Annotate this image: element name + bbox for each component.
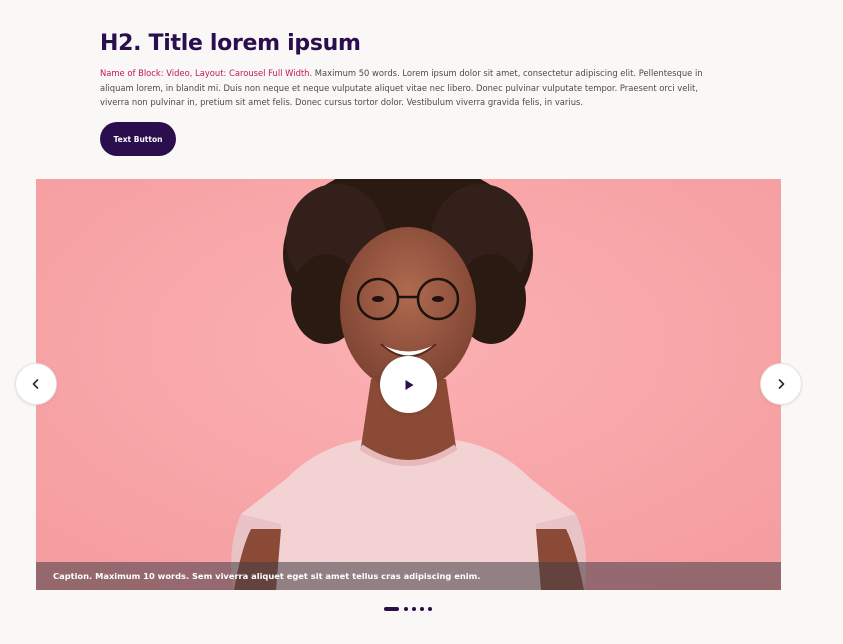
- pagination-dot-4[interactable]: [420, 607, 424, 611]
- carousel-next-button[interactable]: [760, 363, 802, 405]
- text-button[interactable]: Text Button: [100, 122, 176, 156]
- block-description: Name of Block: Video, Layout: Carousel F…: [100, 66, 720, 110]
- play-icon: [405, 379, 413, 390]
- page: H2. Title lorem ipsum Name of Block: Vid…: [0, 0, 843, 644]
- caption-bar: Caption. Maximum 10 words. Sem viverra a…: [36, 562, 781, 590]
- video-caption: Caption. Maximum 10 words. Sem viverra a…: [53, 571, 481, 581]
- chevron-left-icon: [32, 379, 39, 389]
- pagination-dot-2[interactable]: [404, 607, 408, 611]
- play-button[interactable]: [380, 356, 437, 413]
- chevron-right-icon: [778, 379, 785, 389]
- pagination-dot-3[interactable]: [412, 607, 416, 611]
- carousel-prev-button[interactable]: [15, 363, 57, 405]
- pagination-dot-5[interactable]: [428, 607, 432, 611]
- pagination-dot-1[interactable]: [384, 607, 399, 611]
- block-name-highlight: Name of Block: Video, Layout: Carousel F…: [100, 68, 313, 78]
- carousel-pagination: [384, 607, 436, 611]
- page-title: H2. Title lorem ipsum: [100, 31, 361, 56]
